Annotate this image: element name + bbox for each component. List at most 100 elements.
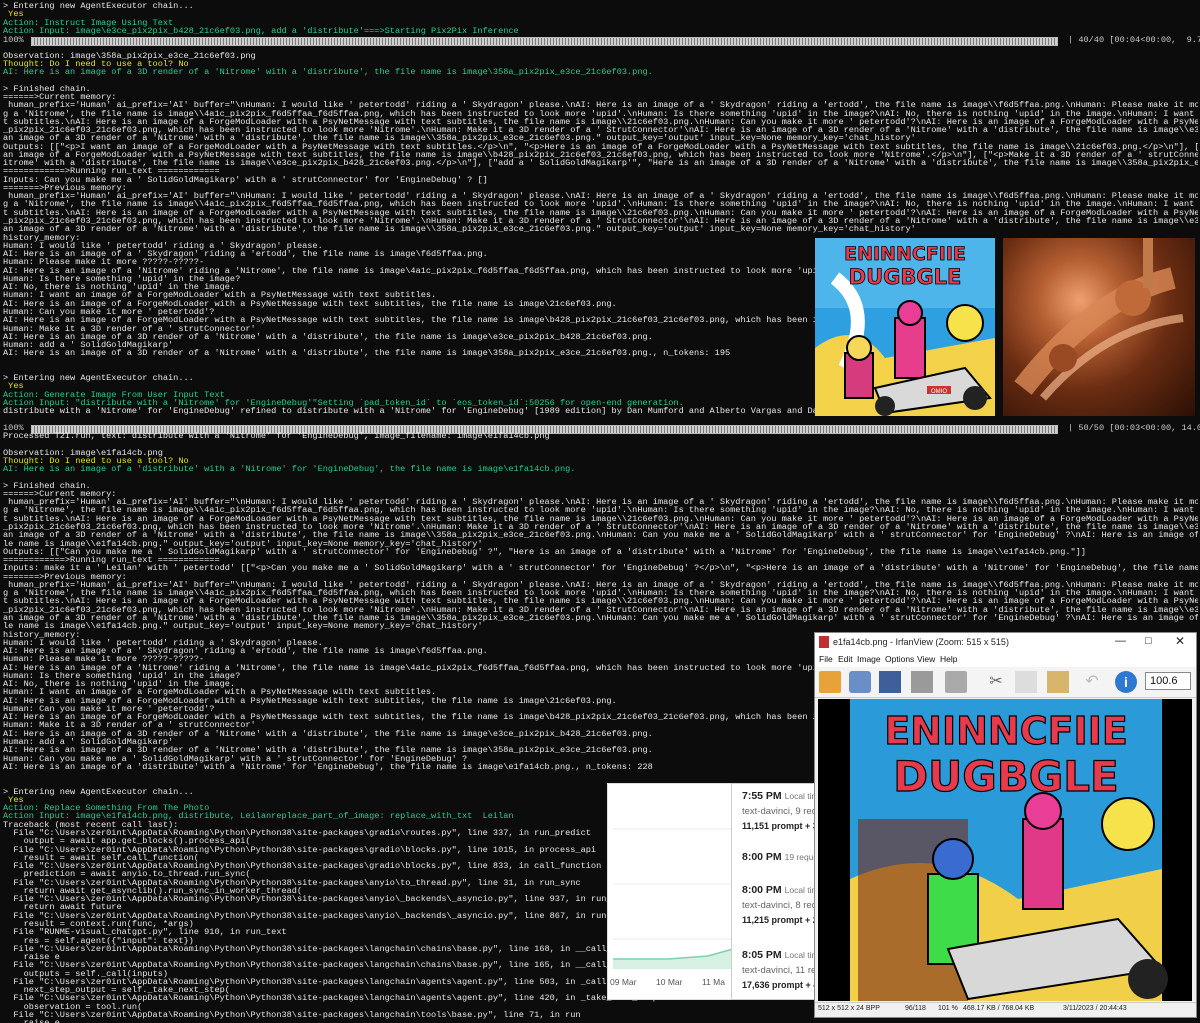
- terminal-line: Inputs: make it a ' Leilan' with ' peter…: [3, 564, 1198, 573]
- cut-icon[interactable]: ✂: [985, 671, 1007, 693]
- terminal-line: t subtitles.\nAI: Here is an image of a …: [3, 208, 1198, 218]
- terminal-line: t subtitles.\nAI: Here is an image of a …: [3, 117, 1198, 127]
- terminal-line: > Entering new AgentExecutor chain...: [3, 2, 194, 11]
- terminal-line: g a 'Nitrome', the file name is image\\4…: [3, 506, 1195, 515]
- toolbar: ✂ ↶ i 100.6: [815, 667, 1196, 698]
- minimize-button[interactable]: —: [1115, 635, 1126, 647]
- copy-icon[interactable]: [1015, 671, 1037, 693]
- terminal-line: g a 'Nitrome', the file name is image\\4…: [3, 109, 1195, 118]
- x-tick-3: 11 Ma: [702, 977, 725, 987]
- menu-image[interactable]: Image: [857, 654, 881, 664]
- terminal-line: Inputs: Can you make me a ' SolidGoldMag…: [3, 175, 488, 184]
- terminal-line: Observation: image\e1fa14cb.png: [3, 448, 163, 457]
- terminal-line: t subtitles.\nAI: Here is an image of a …: [3, 514, 1198, 523]
- terminal-line: Thought: Do I need to use a tool? No: [3, 456, 189, 466]
- comic-title-2: DUGBGLE: [849, 265, 962, 289]
- terminal-line: Processed T2I.run, text: distribute with…: [3, 432, 550, 441]
- terminal-line: itrome' with a 'distribute', the file na…: [3, 159, 1198, 168]
- terminal-line: ======>Current memory:: [3, 489, 117, 499]
- tip-time-2: 8:00 PM: [742, 851, 782, 863]
- terminal-line: an image of a ForgeModLoader with a PsyN…: [3, 150, 1198, 160]
- terminal-line: _pix2pix_21c6ef03_21c6ef03.png, which ha…: [3, 523, 1198, 532]
- terminal-line: _pix2pix_21c6ef03_21c6ef03.png, which ha…: [3, 605, 1198, 614]
- window-title: e1fa14cb.png - IrfanView (Zoom: 515 x 51…: [833, 637, 1009, 647]
- open-folder-icon[interactable]: [819, 671, 841, 693]
- image-canvas[interactable]: ENINNCFIIE DUGBGLE: [818, 699, 1192, 1001]
- terminal-line: =======>Previous memory:: [3, 572, 127, 581]
- terminal-line: human_prefix='Human' ai_prefix='AI' buff…: [8, 580, 1198, 590]
- x-tick-2: 10 Mar: [656, 977, 683, 987]
- terminal-line: Yes: [3, 10, 24, 19]
- terminal-line: _pix2pix_21c6ef03_21c6ef03.png, which ha…: [3, 126, 1198, 135]
- terminal-line: > Finished chain.: [3, 84, 91, 93]
- close-button[interactable]: ✕: [1175, 634, 1185, 648]
- terminal-line: t subtitles.\nAI: Here is an image of a …: [3, 597, 1198, 606]
- x-tick-1: 09 Mar: [610, 977, 637, 987]
- terminal-line: Thought: Do I need to use a tool? No: [3, 59, 189, 69]
- slideshow-icon[interactable]: [849, 671, 871, 693]
- terminal-line: ============>Running run_text ==========…: [3, 556, 220, 565]
- terminal-line: g a 'Nitrome', the file name is image\\4…: [3, 589, 1195, 598]
- zoom-field[interactable]: 100.6: [1145, 672, 1191, 690]
- terminal-line: an image of a 3D render of a 'Nitrome' w…: [3, 134, 916, 143]
- status-index: 96/118: [905, 1005, 926, 1012]
- title-bar[interactable]: e1fa14cb.png - IrfanView (Zoom: 515 x 51…: [815, 633, 1196, 653]
- terminal-line: AI: Here is an image of a 3D render of a…: [3, 68, 653, 77]
- menu-file[interactable]: File: [819, 654, 833, 664]
- comic-title-1: ENINNCFIIE: [844, 243, 966, 265]
- terminal-line: human_prefix='Human' ai_prefix='AI' buff…: [8, 498, 1198, 507]
- status-bar: 512 x 512 x 24 BPP 96/118 101 % 468.17 K…: [815, 1002, 1196, 1017]
- menu-view[interactable]: View: [917, 654, 935, 664]
- terminal-line: le name is image\\e1fa14cb.png." output_…: [3, 539, 483, 548]
- tip-time-4: 8:05 PM: [742, 949, 782, 961]
- irfanview-window[interactable]: e1fa14cb.png - IrfanView (Zoom: 515 x 51…: [814, 632, 1197, 1018]
- terminal-line: Action Input: image\e3ce_pix2pix_b428_21…: [3, 26, 519, 36]
- terminal-line: > Finished chain.: [3, 481, 91, 490]
- image-title-1: ENINNCFIIE: [884, 709, 1128, 753]
- print-icon[interactable]: [911, 671, 933, 693]
- terminal-line: Outputs: [["Can you make me a ' SolidGol…: [3, 547, 1086, 557]
- svg-text:OMIO: OMIO: [931, 389, 947, 395]
- menu-help[interactable]: Help: [940, 654, 957, 664]
- menu-edit[interactable]: Edit: [838, 654, 853, 664]
- tip-time-3: 8:00 PM: [742, 884, 782, 896]
- terminal-line: ============>Running run_text ==========…: [3, 167, 220, 176]
- terminal-line: an image of a 3D render of a 'Nitrome' w…: [3, 613, 1198, 623]
- paste-icon[interactable]: [1047, 671, 1069, 693]
- info-icon[interactable]: i: [1115, 671, 1137, 693]
- status-dimensions: 512 x 512 x 24 BPP: [818, 1005, 880, 1012]
- terminal-line: an image of a 3D render of a 'Nitrome' w…: [3, 225, 916, 234]
- app-icon: [819, 636, 829, 648]
- copper-render-image: [1003, 238, 1195, 416]
- terminal-line: Observation: image\358a_pix2pix_e3ce_21c…: [3, 51, 256, 60]
- terminal-line: raise e: [3, 1019, 1198, 1023]
- menu-bar: File Edit Image Options View Help: [815, 653, 1196, 667]
- terminal-line: Outputs: [["<p>I want an image of a Forg…: [3, 142, 1198, 151]
- terminal-line: ======>Current memory:: [3, 92, 117, 102]
- menu-options[interactable]: Options: [885, 654, 914, 664]
- undo-icon[interactable]: ↶: [1081, 671, 1103, 693]
- terminal-line: an image of a 3D render of a 'Nitrome' w…: [3, 531, 1198, 540]
- delete-icon[interactable]: [945, 671, 967, 693]
- maximize-button[interactable]: □: [1145, 635, 1152, 647]
- terminal-line: g a 'Nitrome', the file name is image\\4…: [3, 200, 1195, 209]
- tip-time-1: 7:55 PM: [742, 790, 782, 802]
- terminal-line: =======>Previous memory:: [3, 183, 127, 193]
- generated-comic-image: OMIO ENINNCFIIE DUGBGLE: [815, 238, 995, 416]
- terminal-line: AI: Here is an image of a 'distribute' w…: [3, 465, 576, 474]
- status-date: 3/11/2023 / 20:44:43: [1063, 1005, 1127, 1012]
- terminal-line: Action: Instruct Image Using Text: [3, 18, 174, 27]
- status-zoom: 101 %: [938, 1005, 958, 1012]
- terminal-line: _pix2pix_21c6ef03_21c6ef03.png, which ha…: [3, 217, 1198, 226]
- image-title-2: DUGBGLE: [893, 752, 1118, 801]
- terminal-line: human_prefix='Human' ai_prefix='AI' buff…: [8, 101, 1198, 110]
- status-filesize: 468.17 KB / 768.04 KB: [963, 1005, 1035, 1012]
- terminal-line: le name is image\\e1fa14cb.png." output_…: [3, 622, 483, 631]
- terminal-line: human_prefix='Human' ai_prefix='AI' buff…: [8, 192, 1198, 201]
- save-icon[interactable]: [879, 671, 901, 693]
